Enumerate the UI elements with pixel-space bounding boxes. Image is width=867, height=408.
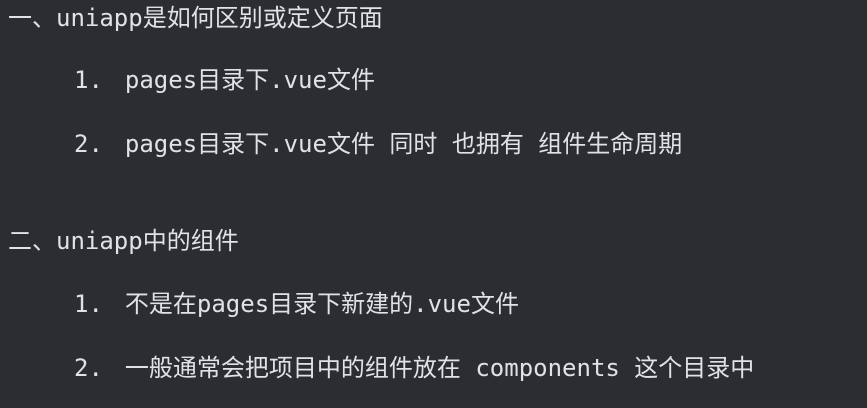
list-item-text: pages目录下.vue文件 同时 也拥有 组件生命周期 [124,130,683,158]
list-item: 1. pages目录下.vue文件 [74,64,375,96]
list-item-text: 一般通常会把项目中的组件放在 components 这个目录中 [124,354,755,382]
list-item-text: 不是在pages目录下新建的.vue文件 [124,290,519,318]
section-heading: 二、uniapp中的组件 [8,227,239,255]
notes-document: 一、uniapp是如何区别或定义页面 1. pages目录下.vue文件 2. pa… [0,0,867,408]
list-item-number: 2. [74,354,103,382]
list-item-text: pages目录下.vue文件 [124,66,375,94]
list-item: 2. pages目录下.vue文件 同时 也拥有 组件生命周期 [74,128,682,160]
list-item: 2. 一般通常会把项目中的组件放在 components 这个目录中 [74,352,754,384]
list-item-number: 1. [74,66,103,94]
list-item: 1. 不是在pages目录下新建的.vue文件 [74,288,519,320]
section-heading: 一、uniapp是如何区别或定义页面 [8,4,383,32]
list-item-number: 2. [74,130,103,158]
list-item-number: 1. [74,290,103,318]
